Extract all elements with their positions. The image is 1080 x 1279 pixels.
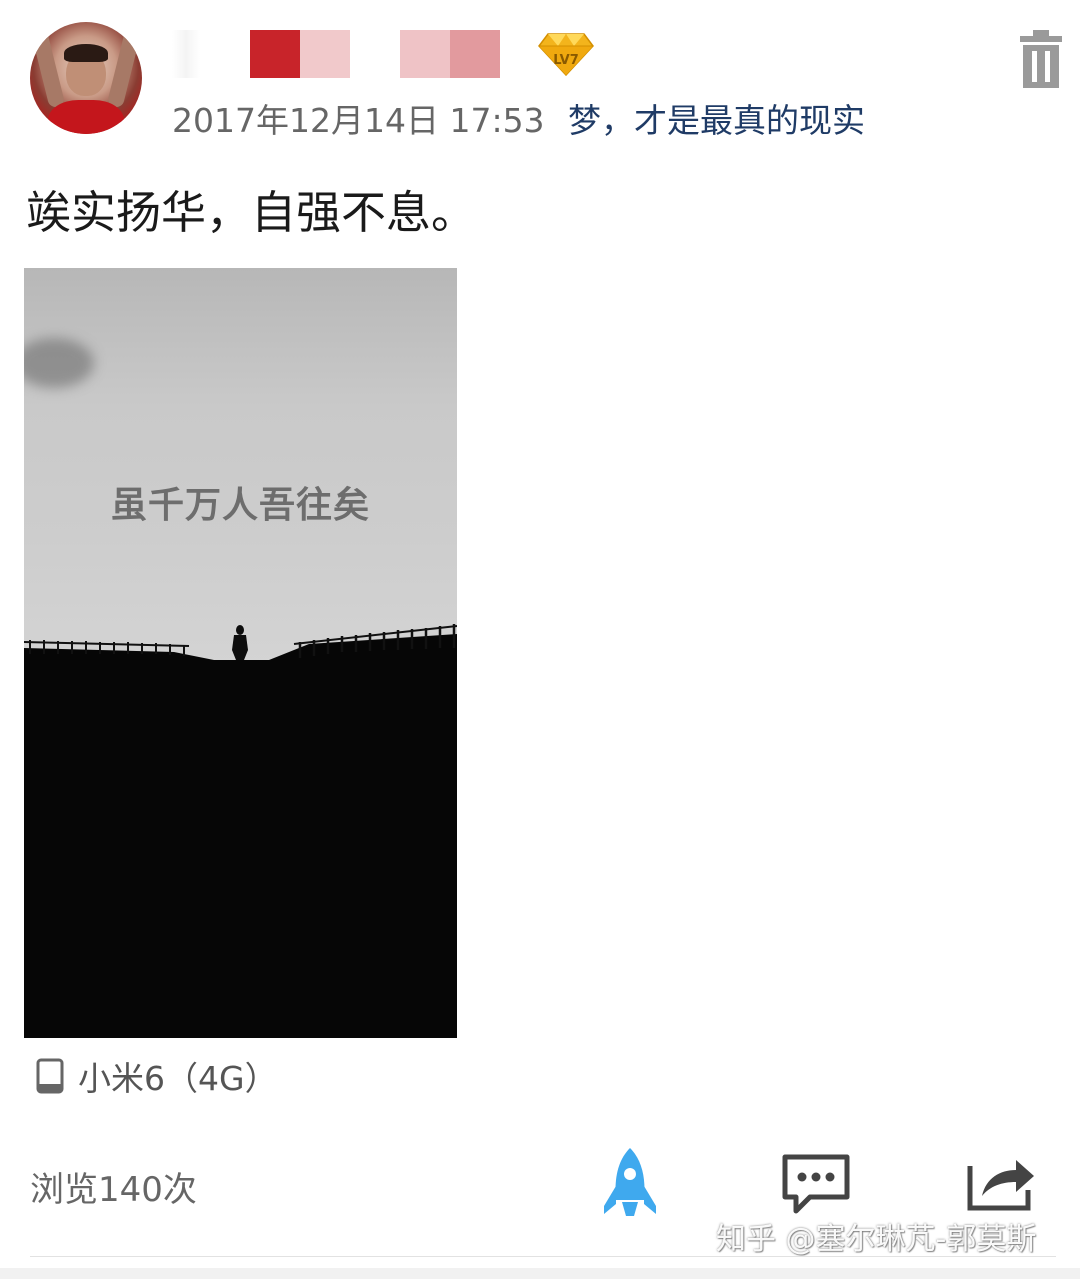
divider	[30, 1256, 1056, 1257]
device-info: 小米6（4G）	[36, 1056, 278, 1098]
device-label: 小米6（4G）	[78, 1059, 278, 1098]
username-redacted	[450, 30, 500, 78]
level-label: LV7	[553, 53, 579, 68]
delete-button[interactable]	[1016, 28, 1066, 90]
avatar[interactable]	[30, 22, 142, 134]
trash-icon	[1020, 30, 1062, 88]
rocket-icon	[604, 1148, 656, 1216]
image-cloud	[24, 338, 94, 388]
share-icon	[967, 1160, 1034, 1211]
share-button[interactable]	[966, 1152, 1038, 1212]
avatar-arm-right	[106, 27, 142, 109]
image-landscape	[24, 624, 457, 1038]
phone-icon	[36, 1058, 64, 1094]
username-redacted	[400, 30, 450, 78]
comment-button[interactable]	[780, 1152, 852, 1216]
rocket-button[interactable]	[600, 1146, 660, 1218]
username-redacted	[250, 30, 300, 78]
bottom-strip	[0, 1268, 1080, 1279]
avatar-arm-left	[30, 27, 66, 109]
watermark: 知乎 @塞尔琳芃-郭莫斯	[716, 1222, 1037, 1257]
avatar-hair	[64, 44, 108, 62]
view-count: 浏览140次	[30, 1170, 197, 1210]
comment-icon	[782, 1154, 850, 1214]
username-redacted	[350, 30, 400, 78]
image-caption: 虽千万人吾往矣	[110, 485, 370, 526]
level-badge[interactable]: LV7	[538, 30, 594, 77]
username-redacted	[300, 30, 350, 78]
username-redacted	[172, 30, 200, 78]
post-image[interactable]: 虽千万人吾往矣	[24, 268, 457, 1038]
user-signature: 梦，才是最真的现实	[568, 101, 865, 140]
post-text: 竢实扬华，自强不息。	[26, 186, 477, 239]
post-timestamp: 2017年12月14日 17:53	[172, 101, 545, 140]
avatar-shirt	[48, 100, 124, 134]
